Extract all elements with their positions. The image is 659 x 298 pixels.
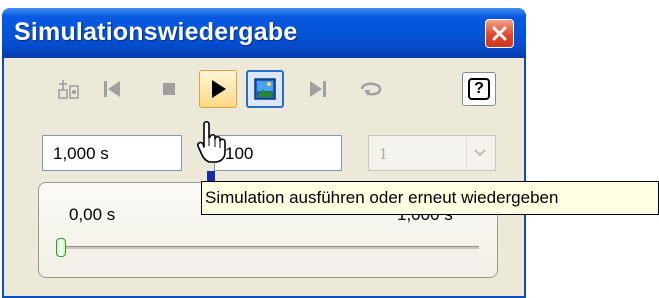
end-button[interactable] <box>299 70 337 108</box>
title-bar[interactable]: Simulationswiedergabe <box>2 8 526 58</box>
skip-back-icon <box>104 81 120 97</box>
close-button[interactable] <box>485 19 514 48</box>
skip-forward-icon <box>310 81 326 97</box>
replay-mode-button[interactable] <box>352 70 390 108</box>
construct-mode-icon <box>58 80 79 99</box>
play-button[interactable] <box>199 70 237 108</box>
help-button[interactable]: ? <box>462 72 496 106</box>
window-title: Simulationswiedergabe <box>14 18 298 46</box>
chevron-down-icon[interactable] <box>466 138 493 168</box>
filter-value: 1 <box>379 144 388 163</box>
stop-button[interactable] <box>150 70 188 108</box>
end-time-field[interactable]: 1,000 s <box>42 135 182 171</box>
images-field[interactable]: 100 <box>214 135 342 171</box>
rewind-button[interactable] <box>93 70 131 108</box>
play-icon <box>212 80 226 98</box>
tooltip-anchor-marker <box>207 171 215 181</box>
play-tooltip: Simulation ausführen oder erneut wiederg… <box>201 181 659 215</box>
construct-mode-button[interactable] <box>50 70 88 108</box>
time-slider[interactable] <box>61 246 479 249</box>
filter-combobox[interactable]: 1 <box>368 135 496 171</box>
screen-refresh-icon <box>254 78 276 100</box>
help-icon: ? <box>468 78 490 100</box>
close-icon <box>492 26 507 41</box>
help-label: ? <box>474 80 484 97</box>
slider-thumb[interactable] <box>56 238 66 257</box>
stop-icon <box>163 83 175 95</box>
screen-refresh-button[interactable] <box>246 70 284 108</box>
end-time-value: 1,000 s <box>53 144 109 163</box>
replay-loop-icon <box>360 82 382 96</box>
hand-cursor-icon <box>197 120 226 163</box>
current-time: 0,00 s <box>69 205 116 224</box>
